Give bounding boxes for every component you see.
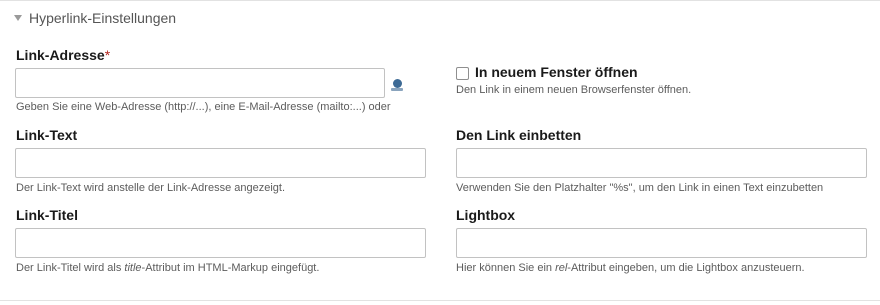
fieldset-legend-title: Hyperlink-Einstellungen [29,10,177,26]
link-text-label: Link-Text [16,127,78,143]
embed-link-input[interactable] [456,148,867,178]
embed-link-label: Den Link einbetten [456,127,582,143]
link-address-input[interactable] [15,68,385,98]
lightbox-help: Hier können Sie ein rel-Attribut eingebe… [456,262,805,274]
triangle-down-icon [14,15,22,21]
link-text-input[interactable] [15,148,426,178]
embed-link-help: Verwenden Sie den Platzhalter "%s", um d… [456,182,824,194]
link-address-label: Link-Adresse* [16,47,111,63]
fieldset-legend-toggle[interactable]: Hyperlink-Einstellungen [14,9,176,27]
link-address-help: Geben Sie eine Web-Adresse (http://...),… [16,101,391,113]
new-window-help: Den Link in einem neuen Browserfenster ö… [456,84,692,96]
link-title-input[interactable] [15,228,426,258]
fieldset-top-border [0,0,880,1]
required-marker: * [104,47,111,63]
lightbox-input[interactable] [456,228,867,258]
new-window-checkbox[interactable] [456,67,469,80]
link-title-label: Link-Titel [16,207,78,223]
lightbox-label: Lightbox [456,207,516,223]
page-picker-icon[interactable] [391,79,403,92]
link-title-help: Der Link-Titel wird als title-Attribut i… [16,262,320,274]
link-text-help: Der Link-Text wird anstelle der Link-Adr… [16,182,286,194]
new-window-label[interactable]: In neuem Fenster öffnen [475,64,638,80]
fieldset-bottom-border [0,300,880,301]
